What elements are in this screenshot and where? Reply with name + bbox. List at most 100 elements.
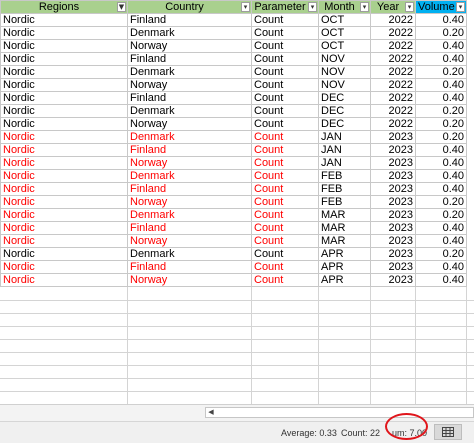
table-row[interactable]: Nordic Denmark Count DEC 2022 0.20 bbox=[0, 104, 467, 118]
filter-funnel-icon[interactable]: ▼ bbox=[117, 2, 126, 12]
cell-region[interactable]: Nordic bbox=[0, 182, 128, 196]
cell-country[interactable]: Finland bbox=[127, 52, 252, 66]
cell-country[interactable]: Denmark bbox=[127, 169, 252, 183]
cell-month[interactable]: JAN bbox=[318, 130, 371, 144]
cell-country[interactable]: Finland bbox=[127, 182, 252, 196]
table-row[interactable]: Nordic Norway Count DEC 2022 0.20 bbox=[0, 117, 467, 131]
table-row[interactable]: Nordic Denmark Count NOV 2022 0.20 bbox=[0, 65, 467, 79]
cell-volume[interactable]: 0.20 bbox=[415, 26, 467, 40]
table-row[interactable]: Nordic Denmark Count APR 2023 0.20 bbox=[0, 247, 467, 261]
header-year[interactable]: Year ▾ bbox=[370, 0, 416, 14]
table-row[interactable]: Nordic Norway Count NOV 2022 0.40 bbox=[0, 78, 467, 92]
cell-volume[interactable]: 0.40 bbox=[415, 234, 467, 248]
table-row[interactable]: Nordic Finland Count NOV 2022 0.40 bbox=[0, 52, 467, 66]
cell-country[interactable]: Finland bbox=[127, 260, 252, 274]
table-row[interactable]: Nordic Norway Count MAR 2023 0.40 bbox=[0, 234, 467, 248]
cell-region[interactable]: Nordic bbox=[0, 273, 128, 287]
cell-parameter[interactable]: Count bbox=[251, 195, 319, 209]
cell-parameter[interactable]: Count bbox=[251, 260, 319, 274]
cell-month[interactable]: OCT bbox=[318, 13, 371, 27]
cell-country[interactable]: Norway bbox=[127, 234, 252, 248]
cell-region[interactable]: Nordic bbox=[0, 13, 128, 27]
cell-country[interactable]: Norway bbox=[127, 78, 252, 92]
cell-parameter[interactable]: Count bbox=[251, 104, 319, 118]
cell-parameter[interactable]: Count bbox=[251, 26, 319, 40]
cell-volume[interactable]: 0.40 bbox=[415, 39, 467, 53]
header-month[interactable]: Month ▾ bbox=[318, 0, 371, 14]
cell-month[interactable]: FEB bbox=[318, 182, 371, 196]
cell-month[interactable]: APR bbox=[318, 273, 371, 287]
cell-parameter[interactable]: Count bbox=[251, 78, 319, 92]
cell-year[interactable]: 2022 bbox=[370, 91, 416, 105]
cell-region[interactable]: Nordic bbox=[0, 221, 128, 235]
cell-year[interactable]: 2023 bbox=[370, 273, 416, 287]
spreadsheet-grid[interactable]: Regions ▼ Country ▾ Parameter ▾ Month ▾ … bbox=[0, 0, 474, 404]
dropdown-arrow-icon[interactable]: ▾ bbox=[360, 2, 369, 12]
cell-region[interactable]: Nordic bbox=[0, 169, 128, 183]
cell-parameter[interactable]: Count bbox=[251, 130, 319, 144]
cell-month[interactable]: APR bbox=[318, 247, 371, 261]
cell-month[interactable]: DEC bbox=[318, 104, 371, 118]
data-table[interactable]: Regions ▼ Country ▾ Parameter ▾ Month ▾ … bbox=[0, 0, 467, 287]
cell-volume[interactable]: 0.20 bbox=[415, 208, 467, 222]
cell-volume[interactable]: 0.20 bbox=[415, 247, 467, 261]
cell-year[interactable]: 2023 bbox=[370, 208, 416, 222]
table-row[interactable]: Nordic Norway Count JAN 2023 0.40 bbox=[0, 156, 467, 170]
cell-volume[interactable]: 0.40 bbox=[415, 156, 467, 170]
cell-parameter[interactable]: Count bbox=[251, 65, 319, 79]
cell-volume[interactable]: 0.20 bbox=[415, 117, 467, 131]
cell-parameter[interactable]: Count bbox=[251, 247, 319, 261]
header-regions[interactable]: Regions ▼ bbox=[0, 0, 128, 14]
cell-country[interactable]: Finland bbox=[127, 91, 252, 105]
table-row[interactable]: Nordic Norway Count APR 2023 0.40 bbox=[0, 273, 467, 287]
table-row[interactable]: Nordic Finland Count DEC 2022 0.40 bbox=[0, 91, 467, 105]
cell-volume[interactable]: 0.40 bbox=[415, 52, 467, 66]
cell-parameter[interactable]: Count bbox=[251, 117, 319, 131]
cell-country[interactable]: Finland bbox=[127, 13, 252, 27]
cell-month[interactable]: APR bbox=[318, 260, 371, 274]
table-row[interactable]: Nordic Finland Count OCT 2022 0.40 bbox=[0, 13, 467, 27]
table-row[interactable]: Nordic Denmark Count OCT 2022 0.20 bbox=[0, 26, 467, 40]
cell-region[interactable]: Nordic bbox=[0, 156, 128, 170]
scrollbar-track[interactable] bbox=[205, 407, 474, 418]
cell-month[interactable]: NOV bbox=[318, 52, 371, 66]
cell-country[interactable]: Finland bbox=[127, 221, 252, 235]
cell-region[interactable]: Nordic bbox=[0, 234, 128, 248]
cell-volume[interactable]: 0.40 bbox=[415, 273, 467, 287]
table-row[interactable]: Nordic Denmark Count JAN 2023 0.20 bbox=[0, 130, 467, 144]
cell-region[interactable]: Nordic bbox=[0, 52, 128, 66]
cell-region[interactable]: Nordic bbox=[0, 260, 128, 274]
cell-parameter[interactable]: Count bbox=[251, 169, 319, 183]
cell-parameter[interactable]: Count bbox=[251, 39, 319, 53]
cell-parameter[interactable]: Count bbox=[251, 182, 319, 196]
dropdown-arrow-icon[interactable]: ▾ bbox=[456, 2, 465, 12]
table-row[interactable]: Nordic Finland Count FEB 2023 0.40 bbox=[0, 182, 467, 196]
cell-country[interactable]: Denmark bbox=[127, 208, 252, 222]
table-row[interactable]: Nordic Finland Count JAN 2023 0.40 bbox=[0, 143, 467, 157]
cell-year[interactable]: 2022 bbox=[370, 104, 416, 118]
cell-region[interactable]: Nordic bbox=[0, 65, 128, 79]
cell-parameter[interactable]: Count bbox=[251, 13, 319, 27]
cell-region[interactable]: Nordic bbox=[0, 195, 128, 209]
cell-country[interactable]: Norway bbox=[127, 273, 252, 287]
cell-year[interactable]: 2023 bbox=[370, 130, 416, 144]
cell-country[interactable]: Denmark bbox=[127, 104, 252, 118]
cell-country[interactable]: Denmark bbox=[127, 130, 252, 144]
cell-year[interactable]: 2023 bbox=[370, 247, 416, 261]
cell-month[interactable]: DEC bbox=[318, 117, 371, 131]
cell-month[interactable]: OCT bbox=[318, 26, 371, 40]
cell-month[interactable]: NOV bbox=[318, 65, 371, 79]
cell-month[interactable]: OCT bbox=[318, 39, 371, 53]
cell-year[interactable]: 2023 bbox=[370, 169, 416, 183]
cell-year[interactable]: 2022 bbox=[370, 65, 416, 79]
cell-volume[interactable]: 0.40 bbox=[415, 13, 467, 27]
cell-month[interactable]: MAR bbox=[318, 221, 371, 235]
cell-year[interactable]: 2023 bbox=[370, 221, 416, 235]
cell-month[interactable]: MAR bbox=[318, 234, 371, 248]
cell-month[interactable]: NOV bbox=[318, 78, 371, 92]
cell-volume[interactable]: 0.40 bbox=[415, 182, 467, 196]
cell-parameter[interactable]: Count bbox=[251, 91, 319, 105]
cell-country[interactable]: Norway bbox=[127, 156, 252, 170]
cell-month[interactable]: FEB bbox=[318, 169, 371, 183]
cell-country[interactable]: Denmark bbox=[127, 247, 252, 261]
